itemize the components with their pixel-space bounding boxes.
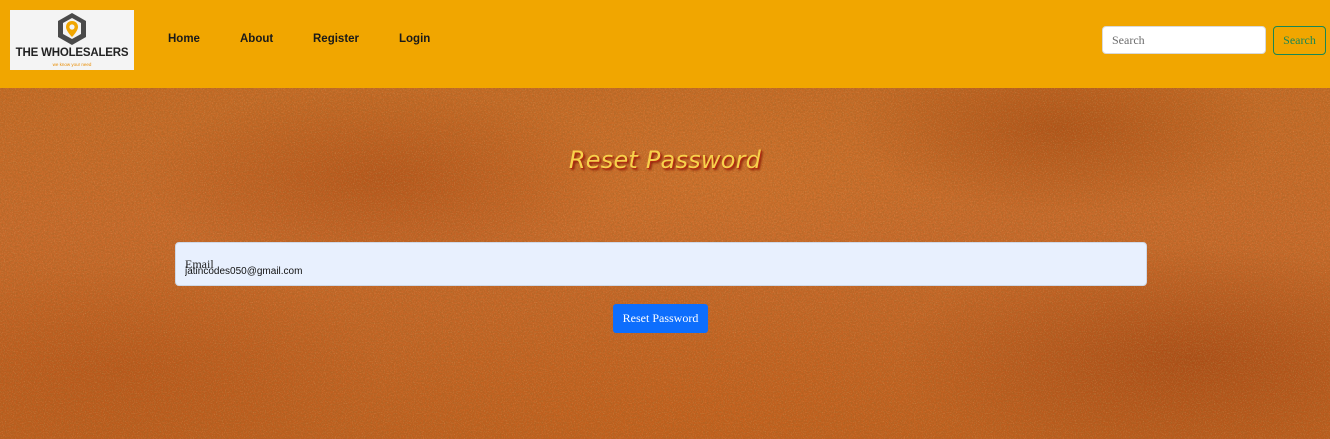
- brand-tagline: we know your need: [52, 62, 92, 67]
- search-input[interactable]: [1102, 26, 1266, 54]
- search-button[interactable]: Search: [1273, 26, 1326, 55]
- reset-password-button[interactable]: Reset Password: [613, 304, 708, 333]
- page-title: Reset Password: [568, 146, 762, 174]
- hexagon-location-pin-icon: [58, 13, 86, 45]
- email-field[interactable]: Email: [175, 242, 1147, 286]
- nav-link-about[interactable]: About: [240, 33, 273, 45]
- nav-link-register[interactable]: Register: [313, 33, 359, 45]
- brand-logo[interactable]: THE WHOLESALERS we know your need: [10, 10, 134, 70]
- email-input[interactable]: [185, 266, 585, 277]
- nav-link-home[interactable]: Home: [168, 33, 200, 45]
- navbar: THE WHOLESALERS we know your need Home A…: [0, 0, 1330, 88]
- nav-link-login[interactable]: Login: [399, 33, 430, 45]
- brand-name: THE WHOLESALERS: [15, 47, 129, 59]
